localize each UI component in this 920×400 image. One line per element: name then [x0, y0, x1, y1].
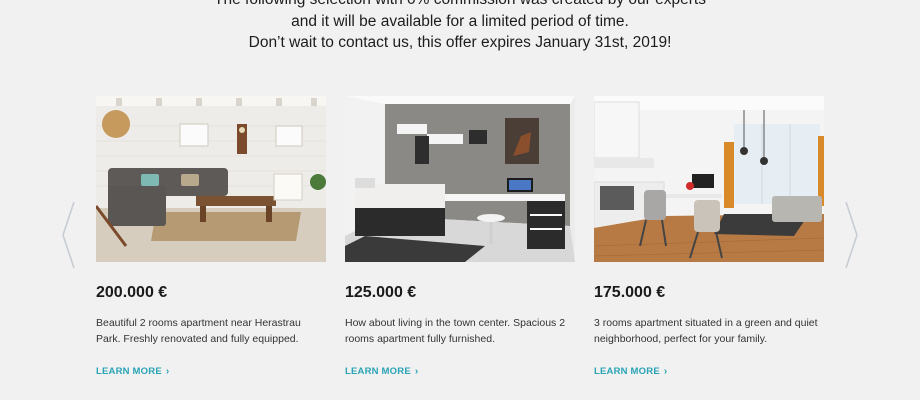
listing-description: 3 rooms apartment situated in a green an…: [594, 317, 818, 345]
learn-more-link[interactable]: LEARN MORE ›: [345, 366, 418, 377]
chevron-right-icon: [845, 201, 858, 269]
chevron-right-icon: ›: [663, 366, 668, 377]
chevron-right-icon: ›: [414, 366, 419, 377]
carousel-next-button[interactable]: [842, 200, 860, 270]
learn-more-label: LEARN MORE: [594, 366, 660, 377]
learn-more-link[interactable]: LEARN MORE ›: [594, 366, 667, 377]
carousel-prev-button[interactable]: [60, 200, 78, 270]
listing-description: Beautiful 2 rooms apartment near Herastr…: [96, 317, 301, 345]
chevron-left-icon: [62, 201, 75, 269]
listing-photo[interactable]: [594, 96, 824, 262]
chevron-right-icon: ›: [165, 366, 170, 377]
listing-price: 175.000 €: [594, 284, 666, 301]
learn-more-link[interactable]: LEARN MORE ›: [96, 366, 169, 377]
intro-text: The following selection with 0% commissi…: [0, 0, 920, 54]
learn-more-label: LEARN MORE: [345, 366, 411, 377]
learn-more-label: LEARN MORE: [96, 366, 162, 377]
listing-price: 125.000 €: [345, 284, 417, 301]
listing-description: How about living in the town center. Spa…: [345, 317, 566, 345]
listing-card: 175.000 € 3 rooms apartment situated in …: [594, 96, 824, 379]
intro-line-1: The following selection with 0% commissi…: [0, 0, 920, 11]
intro-line-2: and it will be available for a limited p…: [291, 12, 629, 30]
listing-card: 200.000 € Beautiful 2 rooms apartment ne…: [96, 96, 326, 379]
listing-photo[interactable]: [96, 96, 326, 262]
listing-price: 200.000 €: [96, 284, 168, 301]
listing-photo[interactable]: [345, 96, 575, 262]
intro-line-3: Don’t wait to contact us, this offer exp…: [248, 34, 672, 51]
listing-card: 125.000 € How about living in the town c…: [345, 96, 575, 379]
